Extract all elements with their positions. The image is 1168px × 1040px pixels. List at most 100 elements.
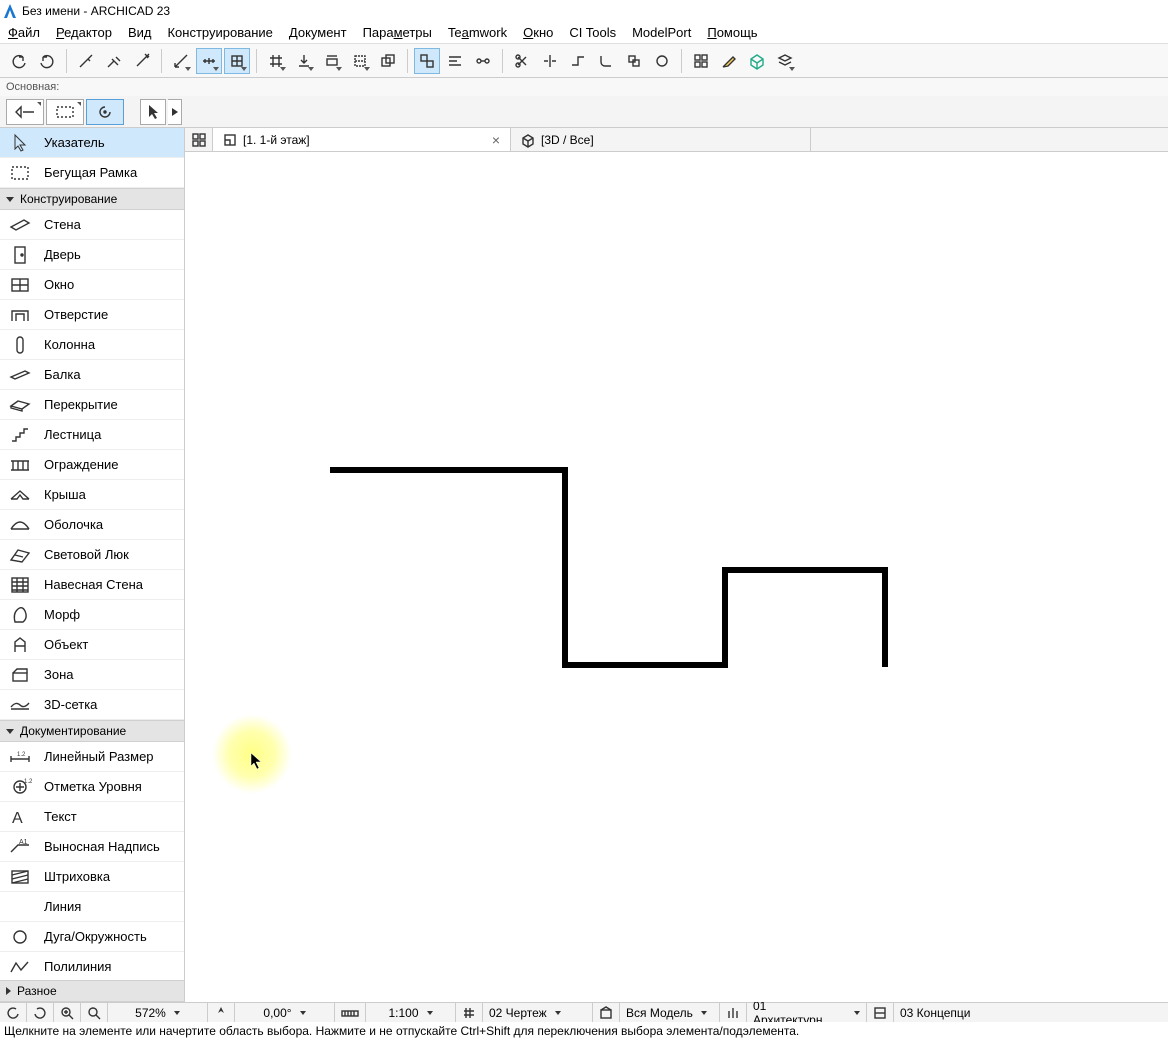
menu-file[interactable]: Файл bbox=[8, 25, 40, 40]
tool-curtainwall[interactable]: Навесная Стена bbox=[0, 570, 184, 600]
group-design[interactable]: Конструирование bbox=[0, 188, 184, 210]
snap-button[interactable] bbox=[224, 48, 250, 74]
measure-button[interactable] bbox=[168, 48, 194, 74]
menu-modelport[interactable]: ModelPort bbox=[632, 25, 691, 40]
pickup-button[interactable] bbox=[73, 48, 99, 74]
pen-set-value[interactable]: 02 Чертеж bbox=[483, 1003, 593, 1022]
railing-icon bbox=[10, 455, 30, 475]
geom-method-2[interactable] bbox=[46, 99, 84, 125]
slab-icon bbox=[10, 395, 30, 415]
tool-arc[interactable]: Дуга/Окружность bbox=[0, 922, 184, 952]
intersect-button[interactable] bbox=[649, 48, 675, 74]
tool-opening[interactable]: Отверстие bbox=[0, 300, 184, 330]
zoom-in-button[interactable] bbox=[54, 1003, 81, 1022]
align-button[interactable] bbox=[442, 48, 468, 74]
model-view-icon[interactable] bbox=[593, 1003, 620, 1022]
close-tab-button[interactable]: × bbox=[492, 132, 500, 148]
zoom-undo-button[interactable] bbox=[0, 1003, 27, 1022]
scale-value[interactable]: 1:100 bbox=[366, 1003, 456, 1022]
tool-stair[interactable]: Лестница bbox=[0, 420, 184, 450]
tool-shell[interactable]: Оболочка bbox=[0, 510, 184, 540]
tool-fill[interactable]: Штриховка bbox=[0, 862, 184, 892]
menu-options[interactable]: Параметры bbox=[363, 25, 432, 40]
inject-button[interactable] bbox=[101, 48, 127, 74]
tool-skylight[interactable]: Световой Люк bbox=[0, 540, 184, 570]
tool-wall[interactable]: Стена bbox=[0, 210, 184, 240]
tool-label[interactable]: A1Выносная Надпись bbox=[0, 832, 184, 862]
tool-zone[interactable]: Зона bbox=[0, 660, 184, 690]
tool-line[interactable]: Линия bbox=[0, 892, 184, 922]
orientation-button[interactable] bbox=[208, 1003, 235, 1022]
fillet-button[interactable] bbox=[593, 48, 619, 74]
magic-wand-button[interactable] bbox=[129, 48, 155, 74]
modify-button[interactable] bbox=[688, 48, 714, 74]
dimension-style-value[interactable]: 03 Концепци bbox=[894, 1003, 1168, 1022]
undo-button[interactable] bbox=[6, 48, 32, 74]
menu-teamwork[interactable]: Teamwork bbox=[448, 25, 507, 40]
geom-method-1[interactable] bbox=[6, 99, 44, 125]
tool-polyline[interactable]: Полилиния bbox=[0, 952, 184, 980]
tool-column[interactable]: Колонна bbox=[0, 330, 184, 360]
tool-label: Линия bbox=[44, 899, 81, 914]
menu-design[interactable]: Конструирование bbox=[167, 25, 272, 40]
tool-roof[interactable]: Крыша bbox=[0, 480, 184, 510]
resize-button[interactable] bbox=[621, 48, 647, 74]
redo-button[interactable] bbox=[34, 48, 60, 74]
adjust-button[interactable] bbox=[565, 48, 591, 74]
angle-value[interactable]: 0,00° bbox=[235, 1003, 335, 1022]
guideline-button[interactable] bbox=[196, 48, 222, 74]
menu-view[interactable]: Вид bbox=[128, 25, 152, 40]
tool-marquee[interactable]: Бегущая Рамка bbox=[0, 158, 184, 188]
edit-button[interactable] bbox=[716, 48, 742, 74]
tool-railing[interactable]: Ограждение bbox=[0, 450, 184, 480]
tab-navigator-icon[interactable] bbox=[185, 128, 213, 151]
cutplane-button[interactable] bbox=[347, 48, 373, 74]
scale-icon[interactable] bbox=[335, 1003, 366, 1022]
tool-object[interactable]: Объект bbox=[0, 630, 184, 660]
tool-door[interactable]: Дверь bbox=[0, 240, 184, 270]
tool-dimension[interactable]: 1.2Линейный Размер bbox=[0, 742, 184, 772]
tool-mesh[interactable]: 3D-сетка bbox=[0, 690, 184, 720]
elevation-button[interactable] bbox=[319, 48, 345, 74]
group-documentation[interactable]: Документирование bbox=[0, 720, 184, 742]
tool-level[interactable]: 1.2Отметка Уровня bbox=[0, 772, 184, 802]
layer-button[interactable] bbox=[772, 48, 798, 74]
menu-document[interactable]: Документ bbox=[289, 25, 347, 40]
arrow-tool-dropdown[interactable] bbox=[168, 99, 182, 125]
hint-text: Щелкните на элементе или начертите облас… bbox=[4, 1024, 799, 1038]
menu-editor[interactable]: Редактор bbox=[56, 25, 112, 40]
zoom-redo-button[interactable] bbox=[27, 1003, 54, 1022]
solid-button[interactable] bbox=[744, 48, 770, 74]
arrow-tool-button[interactable] bbox=[140, 99, 166, 125]
zoom-fit-button[interactable] bbox=[81, 1003, 108, 1022]
trim-button[interactable] bbox=[509, 48, 535, 74]
tool-window[interactable]: Окно bbox=[0, 270, 184, 300]
gravity-button[interactable] bbox=[291, 48, 317, 74]
renovation-value[interactable]: 01 Архитектурн... bbox=[747, 1003, 867, 1022]
tool-arrow[interactable]: Указатель bbox=[0, 128, 184, 158]
zoom-value[interactable]: 572% bbox=[108, 1003, 208, 1022]
tab-floorplan[interactable]: [1. 1-й этаж] × bbox=[213, 128, 511, 151]
drawing-canvas[interactable] bbox=[185, 152, 1168, 1002]
tool-beam[interactable]: Балка bbox=[0, 360, 184, 390]
tool-slab[interactable]: Перекрытие bbox=[0, 390, 184, 420]
menu-citools[interactable]: CI Tools bbox=[569, 25, 616, 40]
tool-morph[interactable]: Морф bbox=[0, 600, 184, 630]
tool-text[interactable]: AТекст bbox=[0, 802, 184, 832]
tool-label: Колонна bbox=[44, 337, 95, 352]
suspend-groups-button[interactable] bbox=[414, 48, 440, 74]
tool-label: Зона bbox=[44, 667, 74, 682]
dimension-style-icon[interactable] bbox=[867, 1003, 894, 1022]
pen-set-icon[interactable] bbox=[456, 1003, 483, 1022]
trace-button[interactable] bbox=[375, 48, 401, 74]
menu-window[interactable]: Окно bbox=[523, 25, 553, 40]
renovation-icon[interactable] bbox=[720, 1003, 747, 1022]
geom-method-3[interactable] bbox=[86, 99, 124, 125]
model-view-value[interactable]: Вся Модель bbox=[620, 1003, 720, 1022]
split-button[interactable] bbox=[537, 48, 563, 74]
group-misc[interactable]: Разное bbox=[0, 980, 184, 1002]
menu-help[interactable]: Помощь bbox=[707, 25, 757, 40]
distribute-button[interactable] bbox=[470, 48, 496, 74]
grid-button[interactable] bbox=[263, 48, 289, 74]
tab-3d[interactable]: [3D / Все] bbox=[511, 128, 811, 151]
